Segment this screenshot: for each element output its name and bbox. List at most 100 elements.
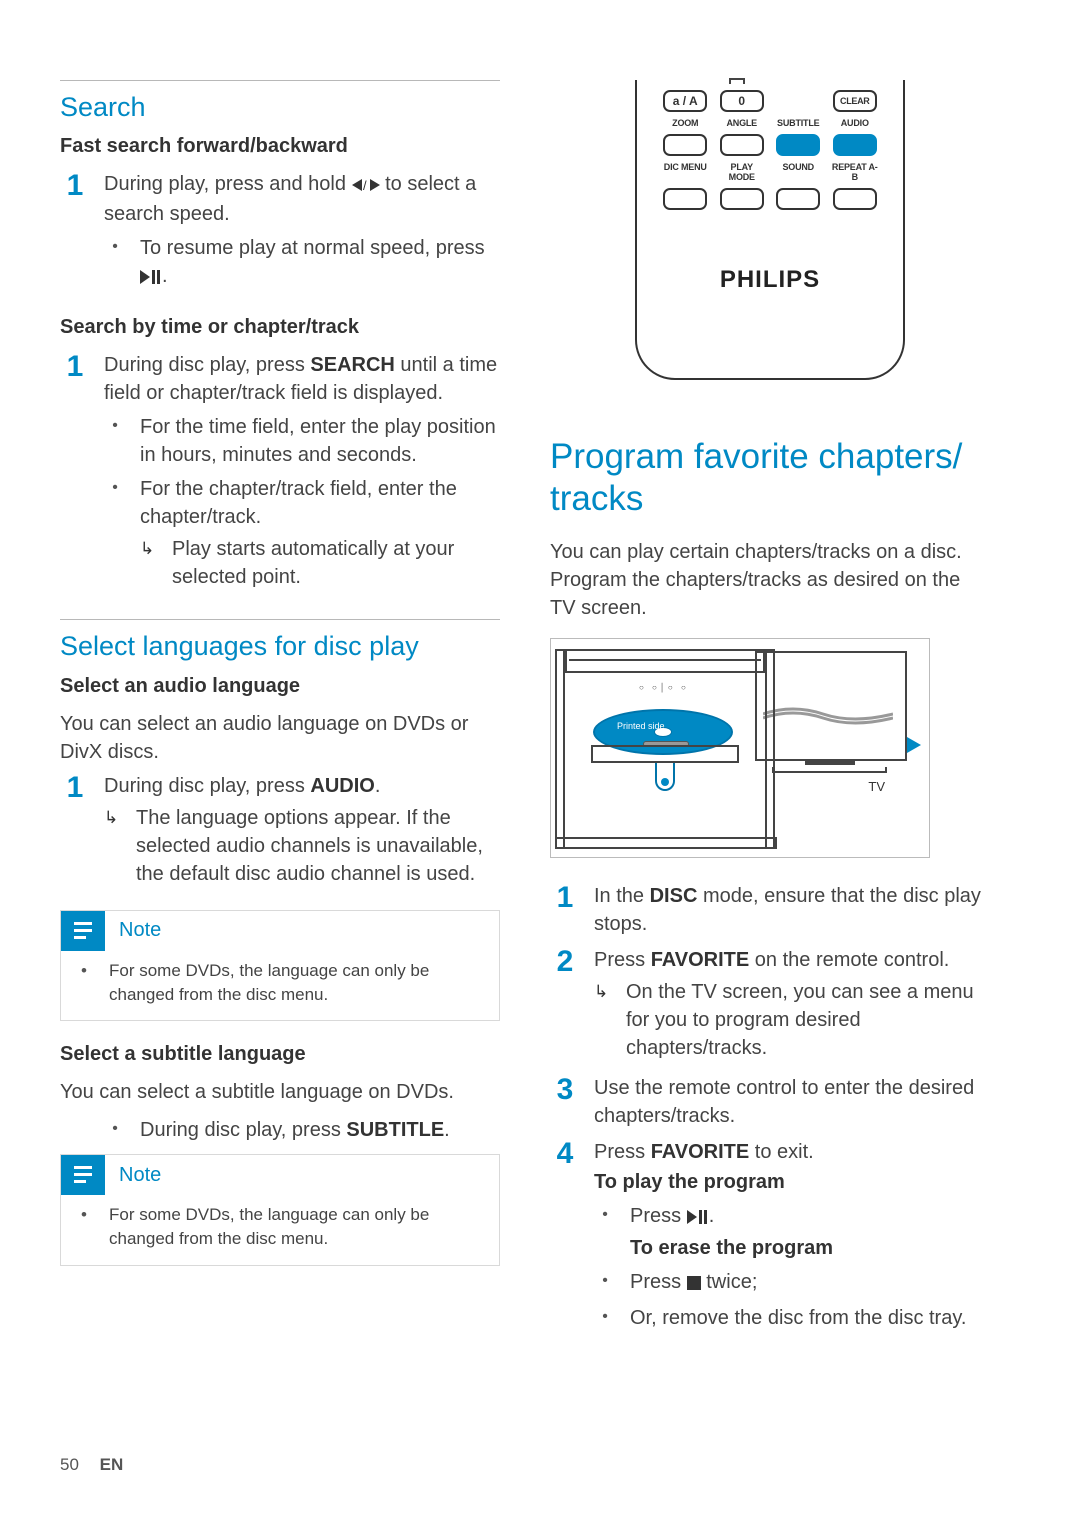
step-text: During disc play, press xyxy=(104,354,310,376)
bullet-text: . xyxy=(162,265,168,287)
play-program-title: To play the program xyxy=(594,1168,990,1196)
bullet-text: During disc play, press xyxy=(140,1119,346,1141)
result-text: On the TV screen, you can see a menu for… xyxy=(626,978,990,1062)
remote-label: AUDIO xyxy=(841,118,869,128)
bullet-icon: • xyxy=(104,234,126,292)
bullet-text: Press xyxy=(630,1271,687,1293)
remote-button xyxy=(720,188,764,210)
result-arrow-icon: ↳ xyxy=(104,804,124,888)
divider xyxy=(60,619,500,620)
key-label: AUDIO xyxy=(310,775,374,797)
bullet-text: . xyxy=(444,1119,450,1141)
erase-program-title: To erase the program xyxy=(630,1234,990,1262)
result-text: Play starts automatically at your select… xyxy=(172,535,500,591)
note-title: Note xyxy=(105,919,161,942)
divider xyxy=(60,80,500,81)
bullet-icon: • xyxy=(594,1202,616,1262)
step-number: 1 xyxy=(60,170,90,201)
remote-button-audio xyxy=(833,134,877,156)
result-arrow-icon: ↳ xyxy=(140,535,160,591)
remote-illustration: a / A 0 CLEAR ZOOM ANGLE SUBTITLE AUDIO … xyxy=(635,80,905,380)
step-number: 3 xyxy=(550,1074,580,1105)
program-intro: You can play certain chapters/tracks on … xyxy=(550,538,990,622)
step-1: 1 During disc play, press SEARCH until a… xyxy=(60,351,500,601)
result-arrow-icon: ↳ xyxy=(594,978,614,1062)
search-heading: Search xyxy=(60,91,500,123)
tv-label: TV xyxy=(868,779,885,794)
note-box: Note •For some DVDs, the language can on… xyxy=(60,910,500,1022)
remote-button-subtitle xyxy=(776,134,820,156)
bullet-text: Or, remove the disc from the disc tray. xyxy=(630,1304,990,1332)
key-label: DISC xyxy=(650,885,698,907)
bullet-text: . xyxy=(709,1205,715,1227)
bullet-icon: • xyxy=(104,413,126,469)
remote-label: ZOOM xyxy=(672,118,698,128)
subtitle-intro: You can select a subtitle language on DV… xyxy=(60,1078,500,1106)
page-language: EN xyxy=(100,1455,124,1474)
step-text: on the remote control. xyxy=(749,949,949,971)
bullet-text: To resume play at normal speed, press xyxy=(140,237,485,259)
remote-button xyxy=(776,188,820,210)
remote-button-aA: a / A xyxy=(663,90,707,112)
svg-text:/: / xyxy=(363,178,367,192)
note-box: Note •For some DVDs, the language can on… xyxy=(60,1154,500,1266)
note-icon xyxy=(61,1155,105,1195)
key-label: FAVORITE xyxy=(651,1141,750,1163)
bullet-text: Press xyxy=(630,1205,687,1227)
setup-diagram: TV ○ ○│○ ○ Printed side xyxy=(550,638,930,858)
left-column: Search Fast search forward/backward 1 Du… xyxy=(60,80,500,1356)
languages-heading: Select languages for disc play xyxy=(60,630,500,662)
remote-button-0: 0 xyxy=(720,90,764,112)
remote-button xyxy=(663,134,707,156)
play-pause-icon xyxy=(140,264,162,292)
remote-label: SOUND xyxy=(782,162,814,182)
key-label: FAVORITE xyxy=(651,949,750,971)
page-number: 50 xyxy=(60,1455,79,1474)
note-title: Note xyxy=(105,1164,161,1187)
program-steps: 1 In the DISC mode, ensure that the disc… xyxy=(550,882,990,1338)
result-text: The language options appear. If the sele… xyxy=(136,804,500,888)
search-by-time-steps: 1 During disc play, press SEARCH until a… xyxy=(60,351,500,601)
disc-label: Printed side xyxy=(617,721,665,731)
step-text: During play, press and hold xyxy=(104,173,352,195)
audio-lang-subheading: Select an audio language xyxy=(60,675,500,698)
fast-search-subheading: Fast search forward/backward xyxy=(60,135,500,158)
step-number: 1 xyxy=(60,351,90,382)
step-text: to exit. xyxy=(749,1141,813,1163)
program-heading: Program favorite chapters/ tracks xyxy=(550,436,990,520)
note-text: For some DVDs, the language can only be … xyxy=(109,1203,479,1251)
page-content: Search Fast search forward/backward 1 Du… xyxy=(0,0,1080,1396)
step-text: . xyxy=(375,775,381,797)
key-label: SUBTITLE xyxy=(346,1119,444,1141)
bullet-icon: • xyxy=(594,1268,616,1298)
step-number: 1 xyxy=(60,772,90,803)
step-2: 2 Press FAVORITE on the remote control. … xyxy=(550,946,990,1066)
subtitle-lang-subheading: Select a subtitle language xyxy=(60,1043,500,1066)
bullet-text: twice; xyxy=(706,1271,757,1293)
page-footer: 50 EN xyxy=(60,1455,123,1475)
play-pause-icon xyxy=(687,1204,709,1232)
bullet-text: For the time field, enter the play posit… xyxy=(140,413,500,469)
left-right-icon: / xyxy=(352,172,380,200)
stop-icon xyxy=(687,1270,701,1298)
right-column: a / A 0 CLEAR ZOOM ANGLE SUBTITLE AUDIO … xyxy=(550,80,990,1356)
remote-label: PLAY MODE xyxy=(719,162,766,182)
step-text: During disc play, press xyxy=(104,775,310,797)
note-icon xyxy=(61,911,105,951)
arrow-right-icon xyxy=(907,737,921,753)
step-1: 1 During disc play, press AUDIO. ↳ The l… xyxy=(60,772,500,892)
remote-label: REPEAT A-B xyxy=(832,162,879,182)
step-number: 2 xyxy=(550,946,580,977)
audio-intro: You can select an audio language on DVDs… xyxy=(60,710,500,766)
step-1: 1 During play, press and hold / to selec… xyxy=(60,170,500,298)
remote-button xyxy=(833,188,877,210)
remote-label: ANGLE xyxy=(726,118,757,128)
step-text: In the xyxy=(594,885,650,907)
step-text: Press xyxy=(594,1141,651,1163)
step-text: Press xyxy=(594,949,651,971)
step-text: Use the remote control to enter the desi… xyxy=(594,1074,990,1130)
audio-steps: 1 During disc play, press AUDIO. ↳ The l… xyxy=(60,772,500,892)
step-1: 1 In the DISC mode, ensure that the disc… xyxy=(550,882,990,938)
remote-button xyxy=(720,134,764,156)
step-number: 4 xyxy=(550,1138,580,1169)
